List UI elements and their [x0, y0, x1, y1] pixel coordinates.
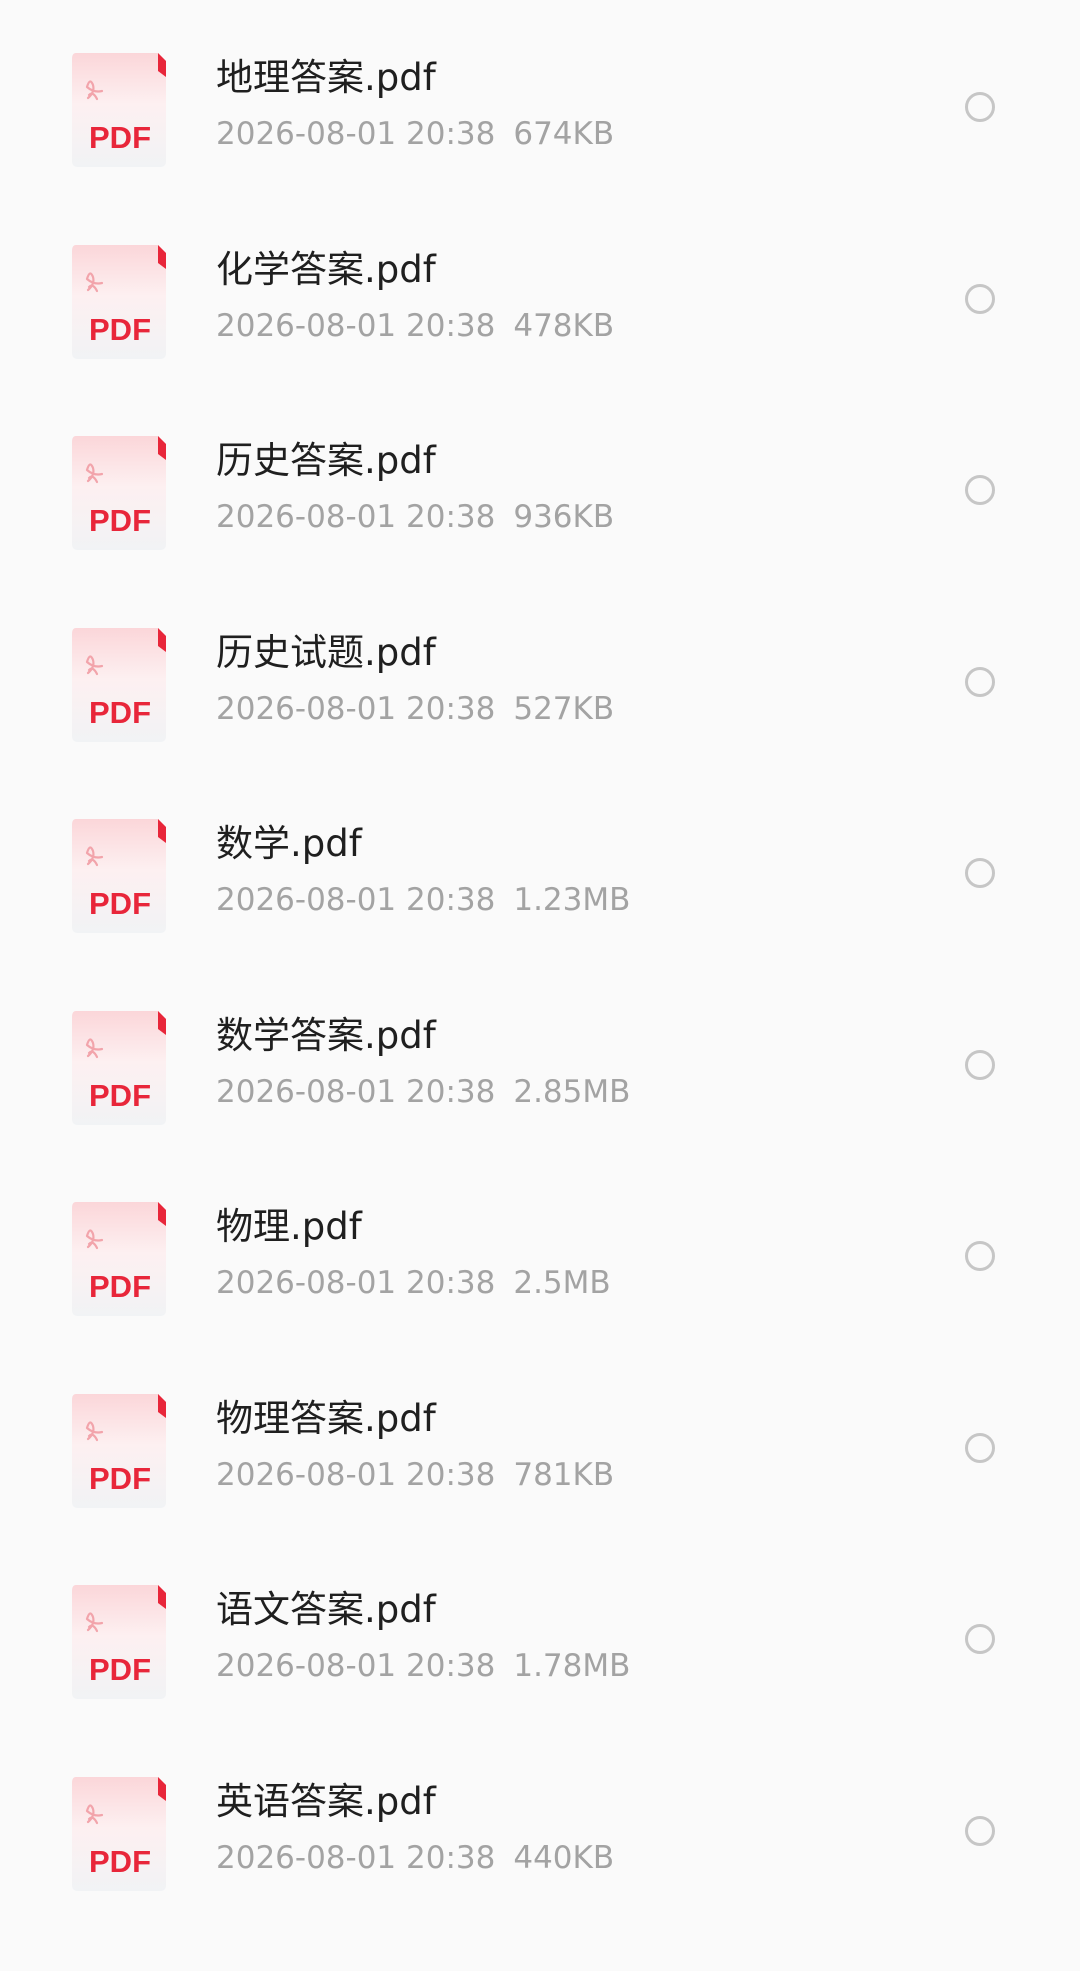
radio-unchecked-icon[interactable]	[965, 1050, 995, 1080]
file-date: 2026-08-01 20:38	[216, 691, 496, 727]
file-name: 物理.pdf	[216, 1205, 362, 1248]
file-name: 数学.pdf	[216, 822, 362, 865]
svg-text:PDF: PDF	[89, 1844, 151, 1879]
file-meta: 2026-08-01 20:38 781KB	[216, 1455, 614, 1495]
pdf-file-icon: PDF	[70, 243, 168, 361]
pdf-file-icon: PDF	[70, 626, 168, 744]
file-date: 2026-08-01 20:38	[216, 499, 496, 535]
svg-text:PDF: PDF	[89, 695, 151, 730]
pdf-file-icon: PDF	[70, 1009, 168, 1127]
file-size: 478KB	[513, 308, 615, 344]
pdf-file-icon: PDF	[70, 817, 168, 935]
file-name: 物理答案.pdf	[216, 1397, 436, 1440]
svg-text:PDF: PDF	[89, 1652, 151, 1687]
file-size: 674KB	[513, 116, 615, 152]
file-list-item[interactable]: PDF 数学.pdf 2026-08-01 20:38 1.23MB	[0, 752, 1080, 944]
radio-unchecked-icon[interactable]	[965, 284, 995, 314]
file-meta: 2026-08-01 20:38 2.5MB	[216, 1263, 611, 1303]
svg-text:PDF: PDF	[89, 1078, 151, 1113]
file-name: 语文答案.pdf	[216, 1588, 436, 1631]
svg-text:PDF: PDF	[89, 1461, 151, 1496]
file-list-item[interactable]: PDF 历史试题.pdf 2026-08-01 20:38 527KB	[0, 561, 1080, 753]
pdf-file-icon: PDF	[70, 434, 168, 552]
file-name: 英语答案.pdf	[216, 1780, 436, 1823]
file-size: 2.5MB	[513, 1265, 611, 1301]
file-meta: 2026-08-01 20:38 674KB	[216, 114, 614, 154]
pdf-file-icon: PDF	[70, 51, 168, 169]
radio-unchecked-icon[interactable]	[965, 1624, 995, 1654]
svg-text:PDF: PDF	[89, 503, 151, 538]
file-list-item[interactable]: PDF 语文答案.pdf 2026-08-01 20:38 1.78MB	[0, 1518, 1080, 1710]
file-meta: 2026-08-01 20:38 478KB	[216, 306, 614, 346]
file-meta: 2026-08-01 20:38 2.85MB	[216, 1072, 630, 1112]
svg-text:PDF: PDF	[89, 120, 151, 155]
file-date: 2026-08-01 20:38	[216, 882, 496, 918]
svg-text:PDF: PDF	[89, 1269, 151, 1304]
file-size: 1.78MB	[513, 1648, 631, 1684]
file-list-item[interactable]: PDF 数学答案.pdf 2026-08-01 20:38 2.85MB	[0, 944, 1080, 1136]
radio-unchecked-icon[interactable]	[965, 667, 995, 697]
file-date: 2026-08-01 20:38	[216, 116, 496, 152]
radio-unchecked-icon[interactable]	[965, 1241, 995, 1271]
pdf-file-icon: PDF	[70, 1583, 168, 1701]
file-list-item[interactable]: PDF 历史答案.pdf 2026-08-01 20:38 936KB	[0, 369, 1080, 561]
pdf-file-icon: PDF	[70, 1392, 168, 1510]
file-name: 数学答案.pdf	[216, 1014, 436, 1057]
file-meta: 2026-08-01 20:38 936KB	[216, 497, 614, 537]
file-meta: 2026-08-01 20:38 1.23MB	[216, 880, 630, 920]
pdf-file-icon: PDF	[70, 1200, 168, 1318]
pdf-file-icon: PDF	[70, 1775, 168, 1893]
file-list-item[interactable]: PDF 物理.pdf 2026-08-01 20:38 2.5MB	[0, 1135, 1080, 1327]
file-list-item[interactable]: PDF 英语答案.pdf 2026-08-01 20:38 440KB	[0, 1710, 1080, 1902]
svg-text:PDF: PDF	[89, 312, 151, 347]
file-size: 781KB	[513, 1457, 615, 1493]
file-list-item[interactable]: PDF 物理答案.pdf 2026-08-01 20:38 781KB	[0, 1327, 1080, 1519]
radio-unchecked-icon[interactable]	[965, 475, 995, 505]
radio-unchecked-icon[interactable]	[965, 92, 995, 122]
file-size: 1.23MB	[513, 882, 631, 918]
file-size: 2.85MB	[513, 1074, 631, 1110]
file-date: 2026-08-01 20:38	[216, 1648, 496, 1684]
file-meta: 2026-08-01 20:38 440KB	[216, 1838, 614, 1878]
svg-text:PDF: PDF	[89, 886, 151, 921]
radio-unchecked-icon[interactable]	[965, 1816, 995, 1846]
file-meta: 2026-08-01 20:38 527KB	[216, 689, 614, 729]
file-date: 2026-08-01 20:38	[216, 1840, 496, 1876]
file-name: 地理答案.pdf	[216, 56, 436, 99]
file-size: 440KB	[513, 1840, 615, 1876]
file-list-item[interactable]: PDF 地理答案.pdf 2026-08-01 20:38 674KB	[0, 0, 1080, 178]
file-date: 2026-08-01 20:38	[216, 1265, 496, 1301]
file-name: 历史答案.pdf	[216, 439, 436, 482]
file-date: 2026-08-01 20:38	[216, 1074, 496, 1110]
file-name: 历史试题.pdf	[216, 631, 436, 674]
file-date: 2026-08-01 20:38	[216, 1457, 496, 1493]
file-meta: 2026-08-01 20:38 1.78MB	[216, 1646, 630, 1686]
file-list: PDF 地理答案.pdf 2026-08-01 20:38 674KB PDF	[0, 0, 1080, 1971]
file-size: 936KB	[513, 499, 615, 535]
file-list-item[interactable]: PDF 化学答案.pdf 2026-08-01 20:38 478KB	[0, 178, 1080, 370]
file-name: 化学答案.pdf	[216, 248, 436, 291]
file-date: 2026-08-01 20:38	[216, 308, 496, 344]
radio-unchecked-icon[interactable]	[965, 1433, 995, 1463]
radio-unchecked-icon[interactable]	[965, 858, 995, 888]
file-size: 527KB	[513, 691, 615, 727]
